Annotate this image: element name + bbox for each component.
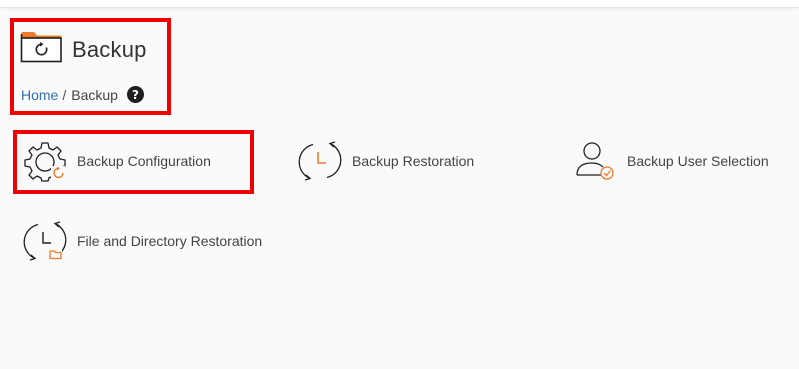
file-directory-restoration-link[interactable]: File and Directory Restoration (22, 220, 262, 262)
user-check-icon (572, 140, 618, 182)
clock-folder-icon (22, 220, 68, 262)
breadcrumb-home-link[interactable]: Home (21, 87, 58, 103)
backup-configuration-link[interactable]: Backup Configuration (22, 140, 211, 182)
breadcrumb-current: Backup (71, 86, 118, 103)
clock-restore-icon (297, 140, 343, 182)
page-title: Backup (72, 36, 147, 62)
help-icon[interactable]: ? (126, 86, 144, 103)
backup-user-selection-link[interactable]: Backup User Selection (572, 140, 769, 182)
folder-restore-icon (20, 31, 63, 68)
backup-restoration-label: Backup Restoration (352, 153, 475, 169)
backup-configuration-label: Backup Configuration (77, 153, 211, 169)
breadcrumb: Home / Backup ? (21, 86, 144, 103)
breadcrumb-separator: / (62, 86, 67, 103)
top-bar (0, 0, 799, 8)
file-directory-restoration-label: File and Directory Restoration (77, 233, 263, 249)
backup-restoration-link[interactable]: Backup Restoration (297, 140, 474, 182)
page-header: Backup (20, 31, 147, 68)
gear-backup-icon (22, 140, 68, 182)
backup-user-selection-label: Backup User Selection (627, 153, 769, 169)
